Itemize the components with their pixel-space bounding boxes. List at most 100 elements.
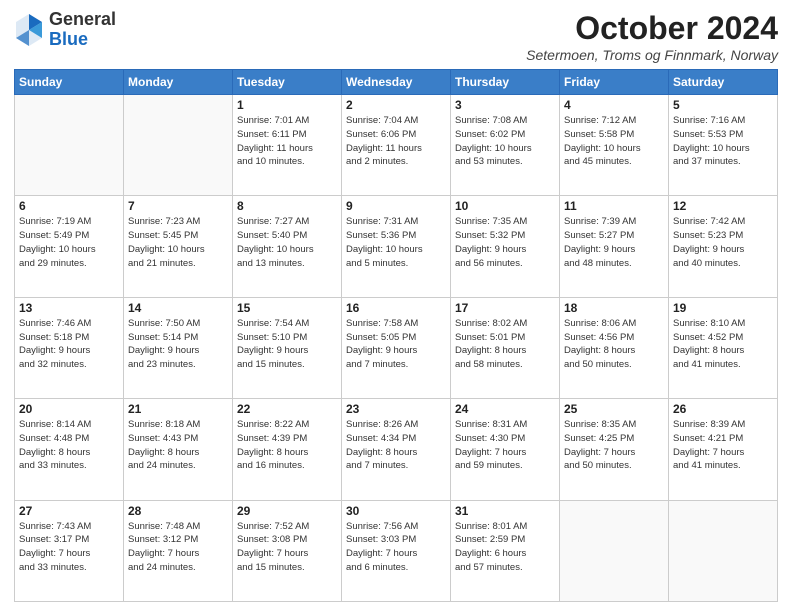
day-info: Sunrise: 8:35 AM Sunset: 4:25 PM Dayligh… <box>564 418 664 473</box>
day-info: Sunrise: 7:12 AM Sunset: 5:58 PM Dayligh… <box>564 114 664 169</box>
day-number: 11 <box>564 199 664 213</box>
day-info: Sunrise: 7:27 AM Sunset: 5:40 PM Dayligh… <box>237 215 337 270</box>
day-number: 27 <box>19 504 119 518</box>
calendar-cell: 28 Sunrise: 7:48 AM Sunset: 3:12 PM Dayli… <box>124 500 233 601</box>
day-info: Sunrise: 7:54 AM Sunset: 5:10 PM Dayligh… <box>237 317 337 372</box>
day-info: Sunrise: 7:04 AM Sunset: 6:06 PM Dayligh… <box>346 114 446 169</box>
calendar-cell <box>15 95 124 196</box>
calendar-cell: 25 Sunrise: 8:35 AM Sunset: 4:25 PM Dayli… <box>560 399 669 500</box>
day-number: 26 <box>673 402 773 416</box>
day-info: Sunrise: 7:46 AM Sunset: 5:18 PM Dayligh… <box>19 317 119 372</box>
day-number: 20 <box>19 402 119 416</box>
calendar-cell: 10 Sunrise: 7:35 AM Sunset: 5:32 PM Dayli… <box>451 196 560 297</box>
day-number: 23 <box>346 402 446 416</box>
day-number: 25 <box>564 402 664 416</box>
calendar-cell: 29 Sunrise: 7:52 AM Sunset: 3:08 PM Dayli… <box>233 500 342 601</box>
calendar-cell: 9Sunrise: 7:31 AM Sunset: 5:36 PM Daylig… <box>342 196 451 297</box>
calendar-week-row: 1Sunrise: 7:01 AM Sunset: 6:11 PM Daylig… <box>15 95 778 196</box>
calendar-weekday-monday: Monday <box>124 70 233 95</box>
calendar-cell: 22 Sunrise: 8:22 AM Sunset: 4:39 PM Dayli… <box>233 399 342 500</box>
day-info: Sunrise: 8:10 AM Sunset: 4:52 PM Dayligh… <box>673 317 773 372</box>
day-number: 15 <box>237 301 337 315</box>
logo-blue: Blue <box>49 30 116 50</box>
calendar-cell: 3Sunrise: 7:08 AM Sunset: 6:02 PM Daylig… <box>451 95 560 196</box>
logo-icon <box>14 12 44 48</box>
day-number: 29 <box>237 504 337 518</box>
day-info: Sunrise: 7:08 AM Sunset: 6:02 PM Dayligh… <box>455 114 555 169</box>
day-info: Sunrise: 8:14 AM Sunset: 4:48 PM Dayligh… <box>19 418 119 473</box>
calendar-cell <box>124 95 233 196</box>
calendar-cell <box>669 500 778 601</box>
day-number: 6 <box>19 199 119 213</box>
day-info: Sunrise: 8:01 AM Sunset: 2:59 PM Dayligh… <box>455 520 555 575</box>
day-number: 16 <box>346 301 446 315</box>
day-number: 17 <box>455 301 555 315</box>
page-header: General Blue October 2024 Setermoen, Tro… <box>14 10 778 63</box>
calendar-cell: 12 Sunrise: 7:42 AM Sunset: 5:23 PM Dayli… <box>669 196 778 297</box>
day-number: 28 <box>128 504 228 518</box>
day-number: 24 <box>455 402 555 416</box>
day-info: Sunrise: 7:01 AM Sunset: 6:11 PM Dayligh… <box>237 114 337 169</box>
calendar-weekday-wednesday: Wednesday <box>342 70 451 95</box>
day-info: Sunrise: 8:22 AM Sunset: 4:39 PM Dayligh… <box>237 418 337 473</box>
calendar-cell: 5 Sunrise: 7:16 AM Sunset: 5:53 PM Daylig… <box>669 95 778 196</box>
calendar-cell: 23 Sunrise: 8:26 AM Sunset: 4:34 PM Dayli… <box>342 399 451 500</box>
calendar-cell <box>560 500 669 601</box>
calendar-cell: 11 Sunrise: 7:39 AM Sunset: 5:27 PM Dayli… <box>560 196 669 297</box>
day-info: Sunrise: 7:19 AM Sunset: 5:49 PM Dayligh… <box>19 215 119 270</box>
calendar-cell: 4 Sunrise: 7:12 AM Sunset: 5:58 PM Daylig… <box>560 95 669 196</box>
calendar-cell: 27 Sunrise: 7:43 AM Sunset: 3:17 PM Dayli… <box>15 500 124 601</box>
title-block: October 2024 Setermoen, Troms og Finnmar… <box>526 10 778 63</box>
calendar-cell: 13 Sunrise: 7:46 AM Sunset: 5:18 PM Dayli… <box>15 297 124 398</box>
day-info: Sunrise: 7:42 AM Sunset: 5:23 PM Dayligh… <box>673 215 773 270</box>
calendar-cell: 31Sunrise: 8:01 AM Sunset: 2:59 PM Dayli… <box>451 500 560 601</box>
day-number: 7 <box>128 199 228 213</box>
calendar-weekday-sunday: Sunday <box>15 70 124 95</box>
day-info: Sunrise: 8:02 AM Sunset: 5:01 PM Dayligh… <box>455 317 555 372</box>
day-info: Sunrise: 7:39 AM Sunset: 5:27 PM Dayligh… <box>564 215 664 270</box>
calendar-weekday-friday: Friday <box>560 70 669 95</box>
calendar-cell: 17 Sunrise: 8:02 AM Sunset: 5:01 PM Dayli… <box>451 297 560 398</box>
calendar-table: SundayMondayTuesdayWednesdayThursdayFrid… <box>14 69 778 602</box>
month-title: October 2024 <box>526 10 778 47</box>
day-number: 4 <box>564 98 664 112</box>
calendar-cell: 24Sunrise: 8:31 AM Sunset: 4:30 PM Dayli… <box>451 399 560 500</box>
day-info: Sunrise: 8:06 AM Sunset: 4:56 PM Dayligh… <box>564 317 664 372</box>
calendar-header-row: SundayMondayTuesdayWednesdayThursdayFrid… <box>15 70 778 95</box>
day-info: Sunrise: 7:16 AM Sunset: 5:53 PM Dayligh… <box>673 114 773 169</box>
day-info: Sunrise: 7:52 AM Sunset: 3:08 PM Dayligh… <box>237 520 337 575</box>
day-number: 19 <box>673 301 773 315</box>
day-info: Sunrise: 7:50 AM Sunset: 5:14 PM Dayligh… <box>128 317 228 372</box>
logo: General Blue <box>14 10 116 50</box>
calendar-cell: 2 Sunrise: 7:04 AM Sunset: 6:06 PM Daylig… <box>342 95 451 196</box>
day-info: Sunrise: 7:43 AM Sunset: 3:17 PM Dayligh… <box>19 520 119 575</box>
logo-text: General Blue <box>49 10 116 50</box>
day-number: 5 <box>673 98 773 112</box>
day-number: 10 <box>455 199 555 213</box>
calendar-cell: 26Sunrise: 8:39 AM Sunset: 4:21 PM Dayli… <box>669 399 778 500</box>
day-info: Sunrise: 7:58 AM Sunset: 5:05 PM Dayligh… <box>346 317 446 372</box>
day-number: 2 <box>346 98 446 112</box>
calendar-cell: 21Sunrise: 8:18 AM Sunset: 4:43 PM Dayli… <box>124 399 233 500</box>
day-number: 12 <box>673 199 773 213</box>
day-number: 21 <box>128 402 228 416</box>
calendar-cell: 30Sunrise: 7:56 AM Sunset: 3:03 PM Dayli… <box>342 500 451 601</box>
calendar-cell: 8 Sunrise: 7:27 AM Sunset: 5:40 PM Daylig… <box>233 196 342 297</box>
logo-general: General <box>49 10 116 30</box>
calendar-week-row: 6 Sunrise: 7:19 AM Sunset: 5:49 PM Daylig… <box>15 196 778 297</box>
day-number: 30 <box>346 504 446 518</box>
calendar-weekday-thursday: Thursday <box>451 70 560 95</box>
calendar-cell: 15 Sunrise: 7:54 AM Sunset: 5:10 PM Dayli… <box>233 297 342 398</box>
day-number: 13 <box>19 301 119 315</box>
day-info: Sunrise: 8:26 AM Sunset: 4:34 PM Dayligh… <box>346 418 446 473</box>
calendar-cell: 20 Sunrise: 8:14 AM Sunset: 4:48 PM Dayli… <box>15 399 124 500</box>
calendar-week-row: 13 Sunrise: 7:46 AM Sunset: 5:18 PM Dayli… <box>15 297 778 398</box>
day-info: Sunrise: 7:48 AM Sunset: 3:12 PM Dayligh… <box>128 520 228 575</box>
day-info: Sunrise: 7:35 AM Sunset: 5:32 PM Dayligh… <box>455 215 555 270</box>
calendar-cell: 7 Sunrise: 7:23 AM Sunset: 5:45 PM Daylig… <box>124 196 233 297</box>
day-number: 8 <box>237 199 337 213</box>
day-number: 22 <box>237 402 337 416</box>
day-info: Sunrise: 7:23 AM Sunset: 5:45 PM Dayligh… <box>128 215 228 270</box>
day-info: Sunrise: 7:31 AM Sunset: 5:36 PM Dayligh… <box>346 215 446 270</box>
calendar-cell: 14Sunrise: 7:50 AM Sunset: 5:14 PM Dayli… <box>124 297 233 398</box>
